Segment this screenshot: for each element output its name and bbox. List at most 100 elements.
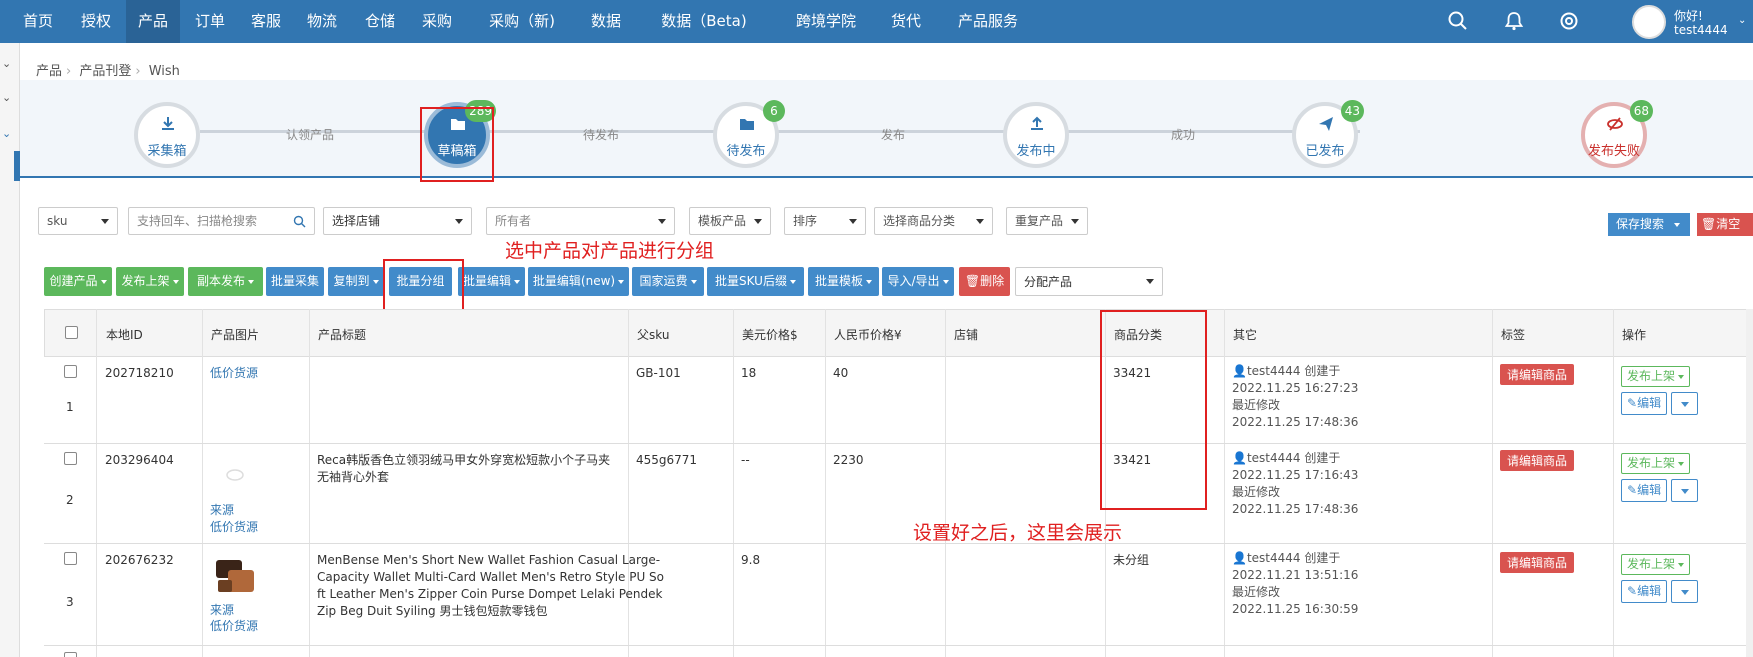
nav-item-data-beta[interactable]: 数据（Beta) [636,0,772,43]
nav-item-data[interactable]: 数据 [580,0,632,43]
shipping-button[interactable]: 国家运费 [632,267,704,296]
step-pending[interactable]: 待发布 6 [713,100,785,168]
step-failed[interactable]: 发布失败 68 [1581,100,1653,168]
chevron-down-icon[interactable]: ⌄ [2,57,11,70]
source-link[interactable]: 来源 [210,602,234,619]
cheap-source-link[interactable]: 低价货源 [210,519,258,536]
step-link-claim: 认领产品 [286,128,335,142]
row-checkbox[interactable] [64,552,77,565]
gear-icon[interactable] [1558,10,1580,32]
copy-publish-label: 副本发布 [196,274,245,288]
row-parent-sku: 455g6771 [636,453,698,467]
edit-icon: ✎ [1627,396,1638,410]
row-local-id: 202676232 [105,553,174,567]
create-product-button[interactable]: 创建产品 [44,267,112,296]
step-link-pending: 待发布 [583,128,620,142]
cheap-source-link[interactable]: 低价货源 [210,618,258,635]
batch-edit-new-label: 批量编辑(new) [532,274,616,288]
row-number: 1 [66,400,74,414]
save-search-button[interactable]: 保存搜索 [1608,213,1690,236]
nav-item-home[interactable]: 首页 [12,0,64,43]
copy-to-button[interactable]: 复制到 [328,267,384,296]
edit-product-tag[interactable]: 请编辑商品 [1500,364,1575,385]
sort-select[interactable]: 排序 [784,207,866,235]
edit-button[interactable]: ✎编辑 [1621,580,1668,603]
cheap-source-link[interactable]: 低价货源 [210,365,258,382]
copy-publish-button[interactable]: 副本发布 [188,267,263,296]
publish-op-button[interactable]: 发布上架 [1621,554,1691,575]
row-other: 👤test4444 创建于 2022.11.21 13:51:16 最近修改 2… [1232,550,1358,618]
edit-product-tag[interactable]: 请编辑商品 [1500,450,1575,471]
row-checkbox[interactable] [64,365,77,378]
select-all-checkbox[interactable] [65,326,78,339]
row-checkbox[interactable] [64,652,77,657]
shop-select[interactable]: 选择店铺 [323,207,472,235]
nav-item-storage[interactable]: 仓储 [354,0,406,43]
batch-edit-new-button[interactable]: 批量编辑(new) [528,267,629,296]
step-published[interactable]: 已发布 43 [1292,100,1364,168]
chevron-down-icon[interactable]: ⌄ [2,127,11,140]
batch-template-label: 批量模板 [814,274,863,288]
delete-button[interactable]: 🗑删除 [959,267,1010,296]
duplicate-select[interactable]: 重复产品 [1006,207,1088,235]
search-icon[interactable] [1447,10,1469,32]
batch-template-button[interactable]: 批量模板 [808,267,879,296]
sku-select-value: sku [47,214,68,228]
publish-op-button[interactable]: 发布上架 [1621,366,1691,387]
nav-item-logistics[interactable]: 物流 [296,0,348,43]
nav-item-orders[interactable]: 订单 [184,0,236,43]
source-link[interactable]: 来源 [210,502,234,519]
edit-dropdown-button[interactable] [1671,580,1698,603]
row-usd: 18 [741,366,757,380]
owner-select[interactable]: 所有者 [486,207,675,235]
row-modified: 2022.11.25 17:48:36 [1232,502,1359,516]
bell-icon[interactable] [1503,10,1525,32]
chevron-down-icon[interactable]: ⌄ [2,91,11,104]
publish-op-button[interactable]: 发布上架 [1621,453,1691,474]
edit-button[interactable]: ✎编辑 [1621,392,1668,415]
batch-edit-button[interactable]: 批量编辑 [458,267,525,296]
row-parent-sku: GB-101 [636,366,681,380]
scrollbar[interactable] [1746,309,1753,657]
search-icon[interactable] [293,215,306,228]
assign-select[interactable]: 分配产品 [1015,267,1163,296]
row-checkbox[interactable] [64,452,77,465]
nav-item-purchase[interactable]: 采购 [411,0,463,43]
col-local-id[interactable]: 本地ID [106,326,143,343]
edit-dropdown-button[interactable] [1671,479,1698,502]
edit-button[interactable]: ✎编辑 [1621,479,1668,502]
step-collect[interactable]: 采集箱 [134,102,200,168]
step-publishing[interactable]: 发布中 [1003,102,1069,168]
breadcrumb-listing[interactable]: 产品刊登 [79,64,131,79]
col-title: 产品标题 [318,328,367,342]
import-export-button[interactable]: 导入/导出 [882,267,954,296]
edit-product-tag[interactable]: 请编辑商品 [1500,552,1575,573]
search-input[interactable]: 支持回车、扫描枪搜索 [128,207,315,235]
caret-down-icon[interactable] [1674,222,1681,227]
nav-item-service[interactable]: 客服 [240,0,292,43]
col-usd[interactable]: 美元价格$ [742,326,798,343]
nav-item-product-service[interactable]: 产品服务 [936,0,1040,43]
table-row [44,646,1753,657]
publish-button[interactable]: 发布上架 [116,267,184,296]
nav-item-academy[interactable]: 跨境学院 [776,0,876,43]
col-cny[interactable]: 人民币价格¥ [834,326,902,343]
product-thumbnail[interactable] [210,450,260,500]
nav-item-product[interactable]: 产品 [126,0,180,43]
breadcrumb-product[interactable]: 产品 [36,64,62,79]
template-select[interactable]: 模板产品 [689,207,771,235]
caret-down-icon [1678,562,1685,567]
batch-collect-button[interactable]: 批量采集 [266,267,324,296]
user-menu[interactable]: 你好! test4444 ⌄ [1632,3,1753,41]
sku-suffix-button[interactable]: 批量SKU后缀 [707,267,804,296]
nav-item-purchase-new[interactable]: 采购（新) [468,0,576,43]
clear-button[interactable]: 🗑清空 [1697,213,1753,236]
edit-dropdown-button[interactable] [1671,392,1698,415]
product-thumbnail[interactable] [210,550,260,600]
template-select-value: 模板产品 [698,214,747,228]
nav-item-forwarder[interactable]: 货代 [880,0,932,43]
sku-select[interactable]: sku [38,207,118,235]
category-select[interactable]: 选择商品分类 [874,207,993,235]
user-icon: 👤 [1232,451,1247,465]
nav-item-auth[interactable]: 授权 [70,0,122,43]
